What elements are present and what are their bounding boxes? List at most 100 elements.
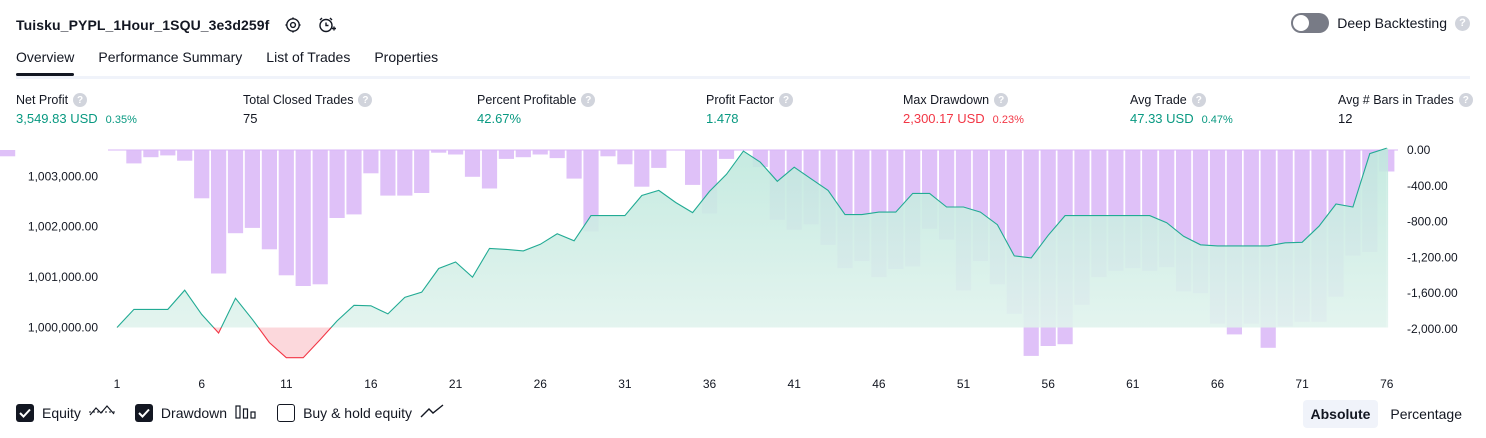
buy-hold-line-icon: [420, 403, 444, 422]
drawdown-bar[interactable]: [380, 150, 396, 196]
metric-value: 75: [243, 111, 258, 126]
drawdown-bar[interactable]: [143, 150, 159, 158]
x-axis-tick-label: 16: [364, 377, 378, 391]
x-axis-tick-label: 11: [280, 377, 293, 391]
drawdown-bar[interactable]: [346, 150, 362, 215]
deep-backtesting-label: Deep Backtesting: [1337, 15, 1447, 31]
drawdown-bar[interactable]: [397, 150, 413, 196]
checkbox-checked-icon[interactable]: [134, 403, 153, 422]
drawdown-bar[interactable]: [617, 150, 633, 165]
drawdown-bar[interactable]: [532, 150, 548, 155]
info-question-icon[interactable]: ?: [994, 93, 1009, 107]
drawdown-bar[interactable]: [211, 150, 227, 274]
info-question-icon[interactable]: ?: [1191, 93, 1206, 107]
x-axis-tick-label: 76: [1380, 377, 1394, 391]
drawdown-bar[interactable]: [414, 150, 430, 193]
drawdown-bar[interactable]: [634, 150, 650, 187]
drawdown-bar[interactable]: [109, 150, 125, 151]
legend-buy-hold-label: Buy & hold equity: [303, 404, 413, 421]
metric-profit-factor: Profit Factor? 1.478: [706, 93, 794, 126]
scale-mode-switch: Absolute Percentage: [1302, 400, 1471, 428]
drawdown-bar[interactable]: [227, 150, 244, 234]
drawdown-bar[interactable]: [498, 150, 514, 159]
left-axis-tick-label: 1,003,000.00: [28, 169, 98, 183]
info-question-icon[interactable]: ?: [779, 93, 794, 107]
metric-label: Percent Profitable: [477, 93, 577, 107]
checkbox-checked-icon[interactable]: [16, 403, 34, 422]
tab-list-of-trades[interactable]: List of Trades: [266, 44, 350, 73]
settings-gear-icon[interactable]: [283, 15, 303, 35]
x-axis-tick-label: 41: [788, 377, 802, 391]
checkbox-unchecked-icon[interactable]: [277, 403, 296, 422]
drawdown-bar[interactable]: [600, 150, 616, 157]
drawdown-bar[interactable]: [126, 150, 142, 164]
legend-buy-hold-equity[interactable]: Buy & hold equity: [277, 403, 444, 422]
drawdown-bar[interactable]: [549, 150, 565, 159]
deep-backtesting-toggle[interactable]: [1291, 13, 1330, 33]
drawdown-bar[interactable]: [448, 150, 464, 155]
mode-absolute-button[interactable]: Absolute: [1302, 400, 1379, 428]
drawdown-bar[interactable]: [329, 150, 345, 218]
drawdown-bar[interactable]: [177, 150, 193, 161]
drawdown-bar[interactable]: [278, 150, 294, 276]
legend-drawdown[interactable]: Drawdown: [134, 403, 257, 422]
info-question-icon[interactable]: ?: [73, 93, 88, 107]
metric-percent: 0.35%: [105, 114, 137, 126]
drawdown-bar[interactable]: [160, 150, 176, 156]
drawdown-bar[interactable]: [312, 150, 328, 285]
drawdown-bar[interactable]: [431, 150, 447, 153]
drawdown-bar[interactable]: [735, 150, 751, 151]
right-axis-tick-label: 0.00: [1407, 143, 1431, 157]
right-axis-tick-label: -400.00: [1407, 179, 1448, 193]
metric-label: Max Drawdown: [903, 93, 990, 107]
drawdown-bar[interactable]: [0, 150, 16, 157]
drawdown-bar[interactable]: [651, 150, 667, 168]
metric-value: 1.478: [706, 111, 739, 126]
x-axis-tick-label: 31: [618, 377, 632, 391]
strategy-title: Tuisku_PYPL_1Hour_1SQU_3e3d259f: [16, 17, 270, 33]
drawdown-bar[interactable]: [718, 150, 735, 159]
x-axis-tick-label: 51: [957, 377, 971, 391]
info-question-icon[interactable]: ?: [581, 93, 596, 107]
drawdown-bar[interactable]: [363, 150, 379, 174]
legend-equity[interactable]: Equity: [16, 403, 115, 422]
drawdown-bar[interactable]: [515, 150, 531, 158]
equity-area-tail: [1386, 148, 1389, 328]
mode-percentage-button[interactable]: Percentage: [1382, 400, 1470, 428]
info-question-icon[interactable]: ?: [1458, 93, 1473, 107]
drawdown-bar[interactable]: [194, 150, 210, 199]
drawdown-bar[interactable]: [481, 150, 498, 189]
chart-legend: Equity Drawdown Buy & hold equity: [16, 403, 444, 422]
drawdown-bar[interactable]: [295, 150, 311, 286]
equity-line-icon: [88, 403, 115, 422]
left-axis-tick-label: 1,001,000.00: [28, 270, 98, 284]
metric-percent: 0.23%: [992, 114, 1024, 126]
drawdown-bar[interactable]: [261, 150, 277, 250]
drawdown-bar[interactable]: [244, 150, 260, 228]
metric-label: Net Profit: [16, 93, 69, 107]
drawdown-bar[interactable]: [566, 150, 582, 179]
metric-label: Avg # Bars in Trades: [1338, 93, 1454, 107]
right-axis-tick-label: -1,200.00: [1407, 250, 1458, 264]
x-axis-tick-label: 56: [1042, 377, 1056, 391]
tab-performance-summary[interactable]: Performance Summary: [98, 44, 242, 73]
drawdown-bar[interactable]: [464, 150, 481, 177]
left-axis-tick-label: 1,002,000.00: [28, 220, 98, 234]
metric-net-profit: Net Profit? 3,549.83 USD 0.35%: [16, 93, 137, 126]
x-axis-tick-label: 26: [534, 377, 548, 391]
drawdown-bar[interactable]: [668, 150, 684, 151]
metric-value: 42.67%: [477, 111, 522, 126]
metric-percent-profitable: Percent Profitable? 42.67%: [477, 93, 596, 126]
x-axis-tick-label: 1: [114, 377, 121, 391]
x-axis-tick-label: 61: [1126, 377, 1140, 391]
right-axis-tick-label: -2,000.00: [1407, 322, 1458, 336]
metric-value: 12: [1338, 111, 1353, 126]
tab-properties[interactable]: Properties: [374, 44, 438, 73]
x-axis-tick-label: 36: [703, 377, 717, 391]
help-question-icon[interactable]: ?: [1455, 15, 1470, 31]
tab-overview[interactable]: Overview: [16, 44, 75, 76]
drawdown-bar[interactable]: [685, 150, 701, 185]
add-alert-clock-icon[interactable]: [317, 15, 337, 35]
info-question-icon[interactable]: ?: [358, 93, 373, 107]
equity-drawdown-chart[interactable]: 1,000,000.00 1,001,000.00 1,002,000.00 1,00…: [0, 135, 1486, 397]
